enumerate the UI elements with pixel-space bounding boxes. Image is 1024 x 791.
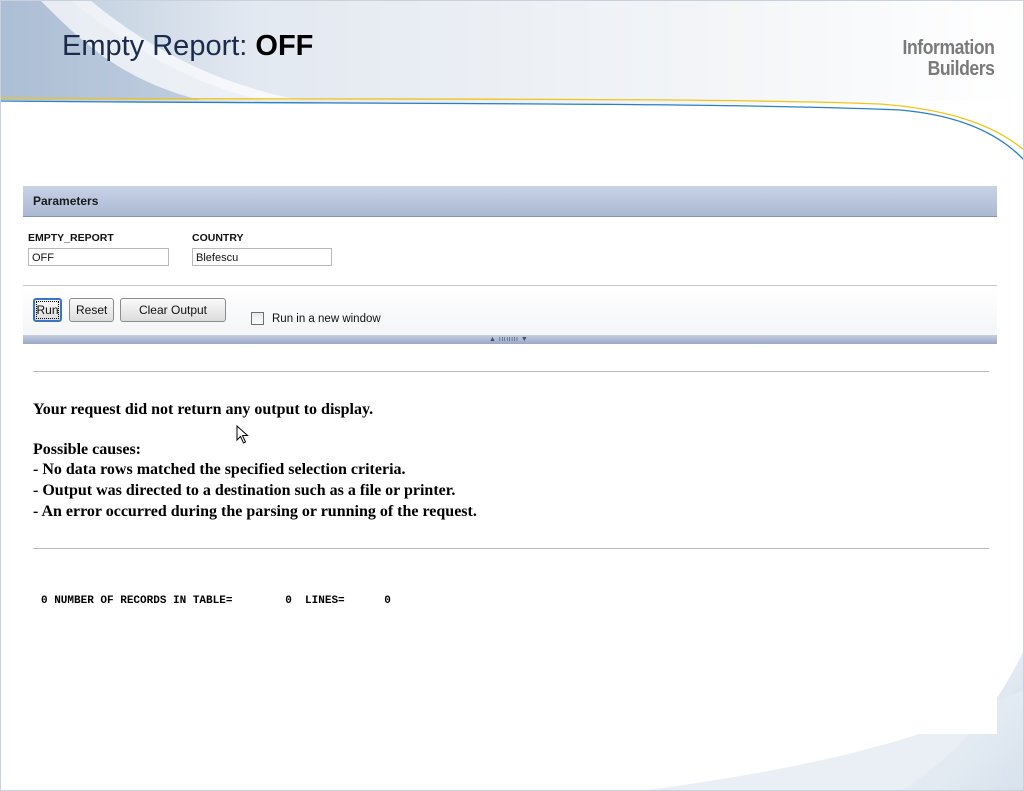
run-new-window-checkbox[interactable] bbox=[251, 312, 264, 325]
cause-item: - Output was directed to a destination s… bbox=[33, 482, 456, 499]
output-divider-bottom bbox=[33, 548, 989, 549]
action-toolbar: Run Reset Clear Output Run in a new wind… bbox=[23, 286, 997, 335]
logo-line-1: Information bbox=[902, 37, 994, 59]
slide-title: Empty Report: OFF bbox=[62, 30, 313, 63]
splitter-grip-icon[interactable]: ▲ ıııııııı ▼ bbox=[489, 335, 528, 344]
information-builders-logo: Information Builders bbox=[902, 38, 994, 80]
slide-title-value: OFF bbox=[255, 30, 314, 62]
possible-causes-heading: Possible causes: bbox=[33, 441, 141, 458]
empty-report-label: EMPTY_REPORT bbox=[28, 232, 114, 244]
report-app-frame: Parameters EMPTY_REPORT OFF COUNTRY Blef… bbox=[23, 186, 997, 734]
parameters-row: EMPTY_REPORT OFF COUNTRY Blefescu bbox=[23, 217, 997, 286]
cause-item: - No data rows matched the specified sel… bbox=[33, 461, 406, 478]
country-input[interactable]: Blefescu bbox=[192, 248, 332, 266]
records-stats-line: 0 NUMBER OF RECORDS IN TABLE= 0 LINES= 0 bbox=[41, 595, 391, 607]
country-field: COUNTRY Blefescu bbox=[192, 232, 332, 266]
slide-page-number: 30 bbox=[1000, 765, 1014, 779]
run-new-window-label: Run in a new window bbox=[272, 312, 381, 325]
run-button[interactable]: Run bbox=[33, 298, 62, 322]
parameters-header: Parameters bbox=[23, 186, 997, 217]
run-new-window-option[interactable]: Run in a new window bbox=[251, 312, 381, 325]
mouse-pointer-icon bbox=[236, 425, 249, 444]
empty-report-field: EMPTY_REPORT OFF bbox=[28, 232, 169, 266]
no-output-message: Your request did not return any output t… bbox=[33, 401, 374, 418]
slide-title-prefix: Empty Report: bbox=[62, 30, 256, 62]
clear-output-button[interactable]: Clear Output bbox=[120, 298, 226, 322]
logo-line-2: Builders bbox=[927, 58, 994, 80]
reset-button[interactable]: Reset bbox=[69, 298, 114, 322]
output-divider-top bbox=[33, 371, 989, 372]
pane-splitter[interactable]: ▲ ıııııııı ▼ bbox=[23, 335, 997, 344]
cause-item: - An error occurred during the parsing o… bbox=[33, 503, 477, 520]
empty-report-input[interactable]: OFF bbox=[28, 248, 169, 266]
country-label: COUNTRY bbox=[192, 232, 244, 244]
